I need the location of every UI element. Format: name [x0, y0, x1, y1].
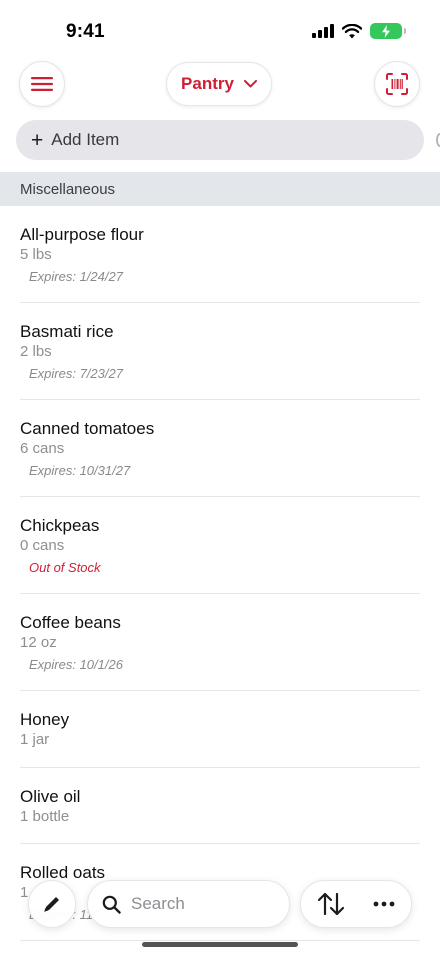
menu-icon: [31, 77, 53, 91]
partial-edge-icon: [436, 133, 440, 147]
item-expiry: Expires: 7/23/27: [29, 366, 123, 381]
item-quantity: 6 cans: [20, 440, 65, 457]
menu-button[interactable]: [19, 61, 65, 107]
out-of-stock-label: Out of Stock: [29, 560, 101, 575]
pantry-item-list: All-purpose flour 5 lbs Expires: 1/24/27…: [0, 206, 440, 941]
list-item[interactable]: Chickpeas 0 cans Out of Stock: [0, 497, 440, 594]
status-time: 9:41: [66, 21, 105, 42]
battery-charging-icon: [370, 23, 406, 39]
status-icons: [312, 23, 406, 39]
item-name: Canned tomatoes: [20, 419, 155, 438]
item-quantity: 12 oz: [20, 634, 57, 651]
list-item[interactable]: Basmati rice 2 lbs Expires: 7/23/27: [0, 303, 440, 400]
plus-icon: +: [31, 128, 44, 152]
item-quantity: 0 cans: [20, 537, 65, 554]
chevron-down-icon: [243, 80, 257, 88]
divider: [20, 940, 420, 941]
pencil-icon: [44, 897, 59, 912]
item-name: All-purpose flour: [20, 225, 144, 244]
edit-button[interactable]: [28, 880, 76, 928]
wifi-icon: [342, 23, 362, 38]
search-input[interactable]: [131, 894, 271, 914]
item-quantity: 2 lbs: [20, 343, 52, 360]
item-name: Chickpeas: [20, 516, 100, 535]
barcode-scan-button[interactable]: [374, 61, 420, 107]
barcode-scan-icon: [386, 73, 408, 95]
add-item-button[interactable]: + Add Item: [16, 120, 424, 160]
more-icon[interactable]: [373, 901, 395, 907]
search-icon: [102, 895, 121, 914]
search-field[interactable]: [87, 880, 290, 928]
actions-group: [300, 880, 412, 928]
item-name: Coffee beans: [20, 613, 121, 632]
list-item[interactable]: Olive oil 1 bottle: [0, 768, 440, 844]
list-item[interactable]: Canned tomatoes 6 cans Expires: 10/31/27: [0, 400, 440, 497]
item-name: Honey: [20, 710, 70, 729]
add-item-label: Add Item: [51, 130, 120, 149]
pantry-label: Pantry: [181, 74, 234, 93]
item-expiry: Expires: 1/24/27: [29, 269, 123, 284]
item-name: Olive oil: [20, 787, 81, 806]
section-header: Miscellaneous: [0, 172, 440, 206]
item-quantity: 1 jar: [20, 731, 50, 748]
status-bar: 9:41: [0, 0, 440, 62]
list-item[interactable]: Coffee beans 12 oz Expires: 10/1/26: [0, 594, 440, 691]
item-quantity: 5 lbs: [20, 246, 52, 263]
item-quantity: 1 bottle: [20, 808, 70, 825]
list-item[interactable]: Honey 1 jar: [0, 691, 440, 768]
list-item[interactable]: All-purpose flour 5 lbs Expires: 1/24/27: [0, 206, 440, 303]
item-expiry: Expires: 10/1/26: [29, 657, 123, 672]
sort-arrows-icon[interactable]: [317, 892, 345, 916]
item-expiry: Expires: 10/31/27: [29, 463, 131, 478]
item-name: Basmati rice: [20, 322, 114, 341]
pantry-selector-button[interactable]: Pantry: [166, 62, 272, 106]
home-indicator: [142, 942, 298, 947]
cellular-signal-icon: [312, 24, 334, 38]
